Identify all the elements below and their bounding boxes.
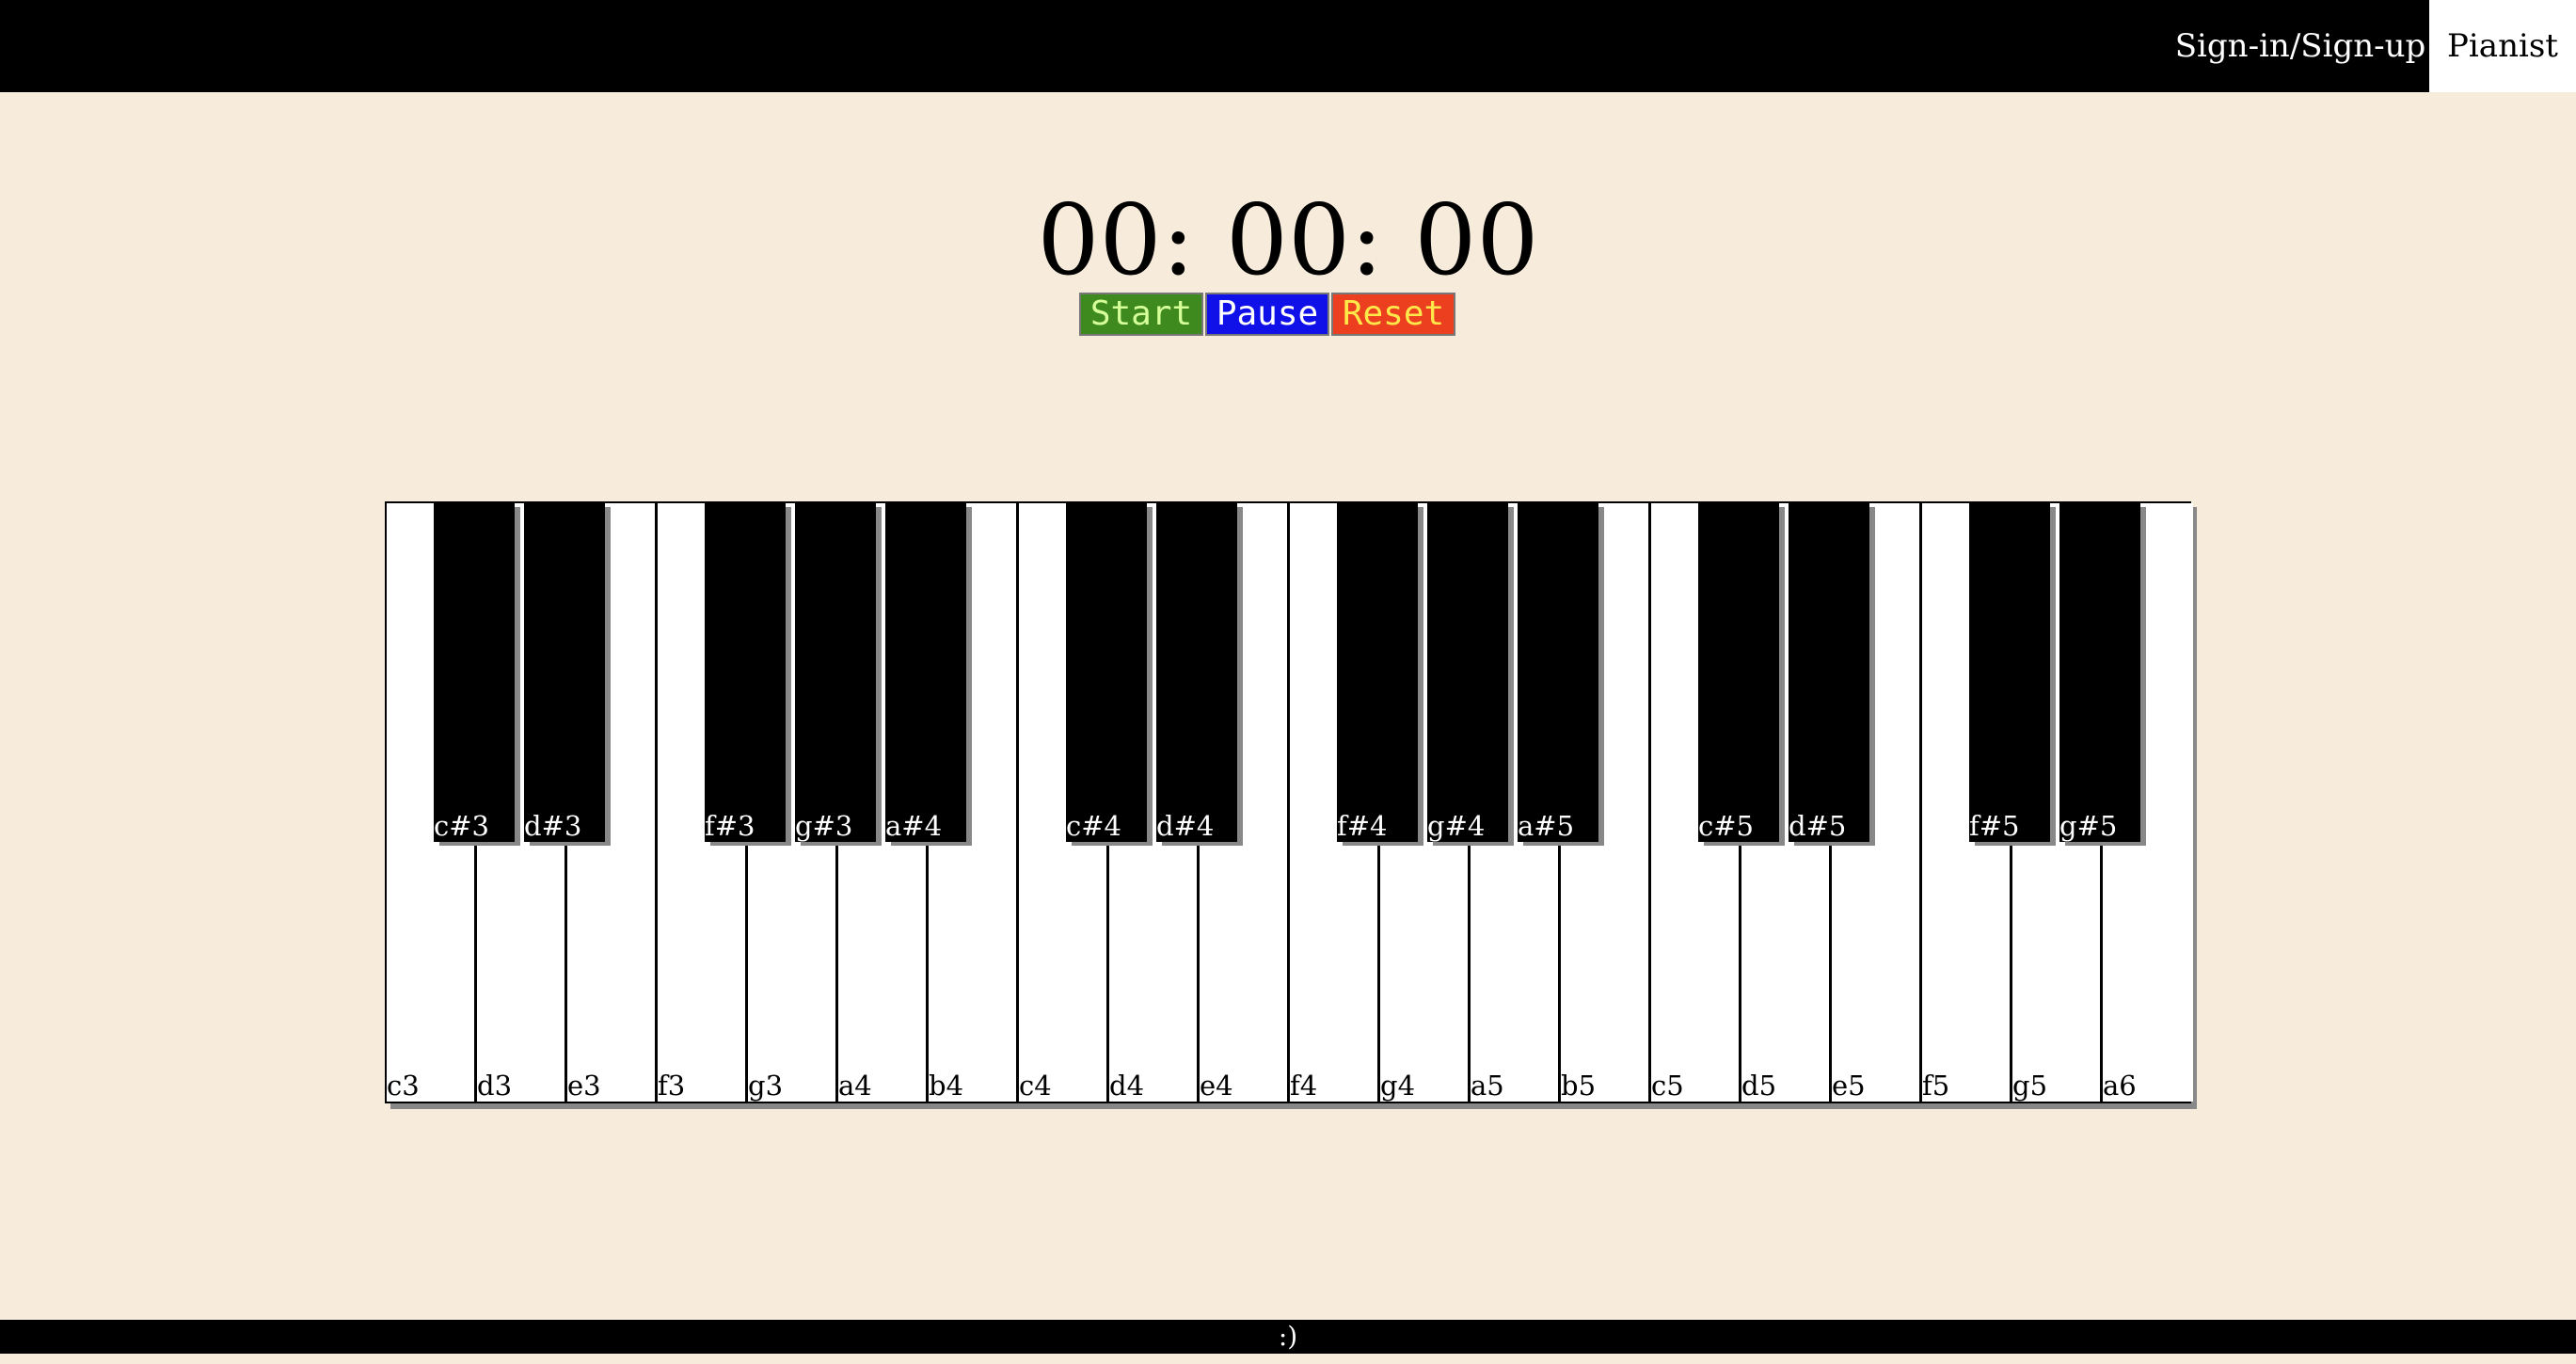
black-key-gsharp5[interactable]: g#5: [2059, 503, 2140, 842]
piano-keyboard: c3 d3 e3 f3 g3 a4 b4 c4 d4 e4 f4 g4 a5 b5 c5 d5 e5 f5 g5 a6…: [385, 501, 2193, 1103]
black-key-label: g#4: [1427, 810, 1486, 842]
white-key-label: g4: [1380, 1070, 1416, 1102]
black-key-label: c#5: [1698, 810, 1754, 842]
black-key-csharp3[interactable]: c#3: [434, 503, 515, 842]
white-key-label: f3: [658, 1070, 686, 1102]
white-key-label: a6: [2103, 1070, 2137, 1102]
white-key-label: g3: [748, 1070, 784, 1102]
black-key-asharp5[interactable]: a#5: [1518, 503, 1598, 842]
white-key-label: e5: [1832, 1070, 1866, 1102]
black-key-fsharp5[interactable]: f#5: [1969, 503, 2050, 842]
black-key-label: g#5: [2059, 810, 2118, 842]
white-key-label: a5: [1471, 1070, 1504, 1102]
black-key-gsharp3[interactable]: g#3: [795, 503, 876, 842]
top-navbar: Sign-in/Sign-up Pianist: [0, 0, 2576, 92]
white-key-label: d4: [1109, 1070, 1145, 1102]
black-key-csharp5[interactable]: c#5: [1698, 503, 1779, 842]
pause-button[interactable]: Pause: [1205, 293, 1329, 336]
white-key-label: f5: [1922, 1070, 1950, 1102]
black-key-label: a#5: [1518, 810, 1575, 842]
white-key-label: c4: [1019, 1070, 1052, 1102]
white-key-label: c3: [387, 1070, 420, 1102]
black-key-fsharp3[interactable]: f#3: [705, 503, 786, 842]
white-key-label: e4: [1200, 1070, 1233, 1102]
white-key-label: a4: [838, 1070, 872, 1102]
black-key-gsharp4[interactable]: g#4: [1427, 503, 1508, 842]
black-key-dsharp3[interactable]: d#3: [524, 503, 605, 842]
start-button[interactable]: Start: [1079, 293, 1203, 336]
black-key-label: a#4: [885, 810, 943, 842]
pianist-nav-link[interactable]: Pianist: [2429, 0, 2576, 92]
white-key-label: e3: [567, 1070, 601, 1102]
black-key-label: c#3: [434, 810, 489, 842]
black-key-dsharp5[interactable]: d#5: [1789, 503, 1869, 842]
black-key-label: g#3: [795, 810, 853, 842]
white-key-label: c5: [1651, 1070, 1684, 1102]
white-key-label: b5: [1561, 1070, 1597, 1102]
white-key-label: b4: [929, 1070, 964, 1102]
signin-signup-link[interactable]: Sign-in/Sign-up: [2173, 0, 2427, 92]
black-key-asharp4[interactable]: a#4: [885, 503, 966, 842]
white-key-label: d3: [477, 1070, 513, 1102]
black-key-csharp4[interactable]: c#4: [1066, 503, 1147, 842]
black-key-label: c#4: [1066, 810, 1121, 842]
white-key-label: g5: [2012, 1070, 2048, 1102]
black-key-fsharp4[interactable]: f#4: [1337, 503, 1418, 842]
black-key-label: f#3: [705, 810, 755, 842]
black-key-label: f#5: [1969, 810, 2020, 842]
black-key-label: d#5: [1789, 810, 1847, 842]
white-key-label: d5: [1741, 1070, 1777, 1102]
reset-button[interactable]: Reset: [1331, 293, 1455, 336]
stopwatch-display: 00: 00: 00: [1037, 182, 1539, 297]
black-key-dsharp4[interactable]: d#4: [1156, 503, 1237, 842]
black-key-label: d#3: [524, 810, 582, 842]
black-key-label: d#4: [1156, 810, 1215, 842]
black-key-label: f#4: [1337, 810, 1388, 842]
white-key-label: f4: [1290, 1070, 1318, 1102]
footer: :): [0, 1320, 2576, 1354]
